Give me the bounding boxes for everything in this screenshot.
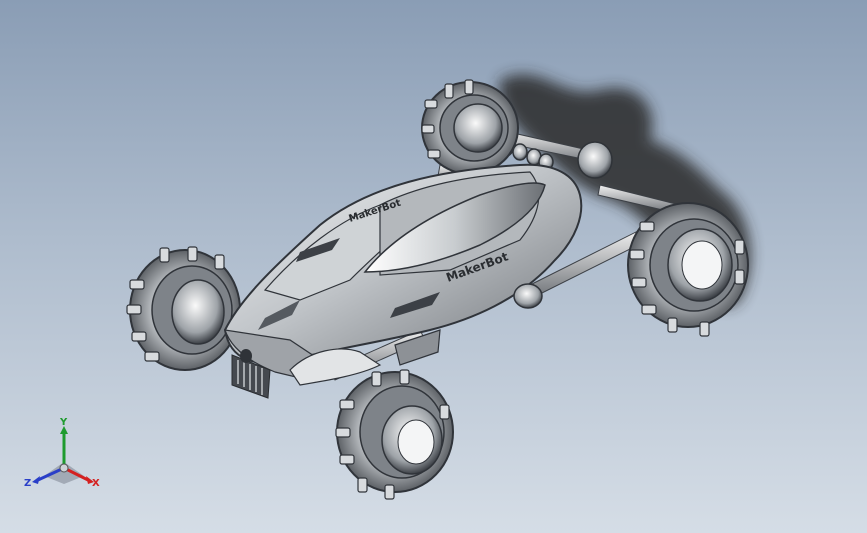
wheel-rear-right[interactable] (627, 202, 749, 337)
rc-car-model[interactable]: MakerBot MakerBot (0, 0, 867, 533)
axis-triad[interactable]: Y X Z (22, 418, 106, 492)
y-axis-label: Y (59, 418, 68, 428)
x-axis-label: X (92, 478, 100, 489)
car-body[interactable]: MakerBot MakerBot (223, 163, 583, 399)
wheel-front-left[interactable] (126, 246, 241, 371)
z-axis-arrow (32, 476, 40, 484)
wheel-rear-left[interactable] (421, 79, 519, 175)
wheel-front-right[interactable] (335, 369, 454, 500)
z-axis-label: Z (24, 478, 31, 489)
triad-origin (59, 463, 69, 473)
3d-viewport[interactable]: MakerBot MakerBot Y X Z (0, 0, 867, 533)
